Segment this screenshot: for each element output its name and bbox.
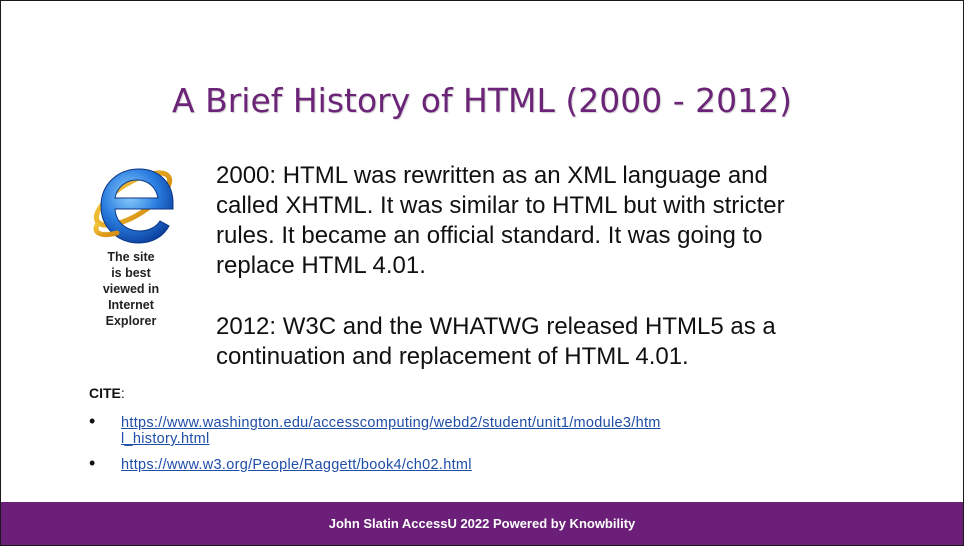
- ie-badge-caption: The site is best viewed in Internet Expl…: [81, 249, 181, 329]
- citation-link-washington[interactable]: https://www.washington.edu/accesscomputi…: [121, 415, 919, 447]
- ie-caption-line: is best: [111, 266, 151, 280]
- citation-list: • https://www.washington.edu/accesscompu…: [89, 411, 919, 483]
- paragraph-line: 2012: W3C and the WHATWG released HTML5 …: [216, 313, 776, 340]
- citation-link-w3[interactable]: https://www.w3.org/People/Raggett/book4/…: [121, 457, 919, 473]
- cite-label: CITE:: [89, 385, 125, 401]
- citation-item: • https://www.w3.org/People/Raggett/book…: [89, 453, 919, 473]
- ie-caption-line: The site: [107, 250, 155, 264]
- ie-caption-line: viewed in: [102, 282, 160, 296]
- internet-explorer-logo-icon: [93, 168, 174, 244]
- ie-caption-line: Internet: [108, 298, 154, 312]
- paragraph-2012: 2012: W3C and the WHATWG released HTML5 …: [216, 312, 916, 372]
- link-line: l_history.html: [121, 431, 210, 447]
- slide-title: A Brief History of HTML (2000 - 2012): [172, 81, 792, 120]
- slide-body: 2000: HTML was rewritten as an XML langu…: [216, 161, 916, 372]
- cite-label-colon: :: [120, 385, 125, 401]
- bullet-icon: •: [89, 453, 96, 473]
- ie-badge: The site is best viewed in Internet Expl…: [81, 151, 183, 357]
- paragraph-line: continuation and replacement of HTML 4.0…: [216, 343, 689, 370]
- paragraph-line: 2000: HTML was rewritten as an XML langu…: [216, 162, 768, 189]
- footer-bar: John Slatin AccessU 2022 Powered by Know…: [1, 502, 963, 545]
- paragraph-line: replace HTML 4.01.: [216, 252, 426, 279]
- link-line: https://www.w3.org/People/Raggett/book4/…: [121, 457, 472, 473]
- paragraph-line: called XHTML. It was similar to HTML but…: [216, 192, 785, 219]
- cite-label-text: CITE: [89, 385, 121, 401]
- paragraph-line: rules. It became an official standard. I…: [216, 222, 763, 249]
- link-line: https://www.washington.edu/accesscomputi…: [121, 415, 661, 431]
- ie-caption-line: Explorer: [105, 314, 157, 328]
- bullet-icon: •: [89, 411, 96, 431]
- paragraph-2000: 2000: HTML was rewritten as an XML langu…: [216, 161, 916, 281]
- citation-item: • https://www.washington.edu/accesscompu…: [89, 411, 919, 447]
- slide: A Brief History of HTML (2000 - 2012) Th…: [0, 0, 964, 546]
